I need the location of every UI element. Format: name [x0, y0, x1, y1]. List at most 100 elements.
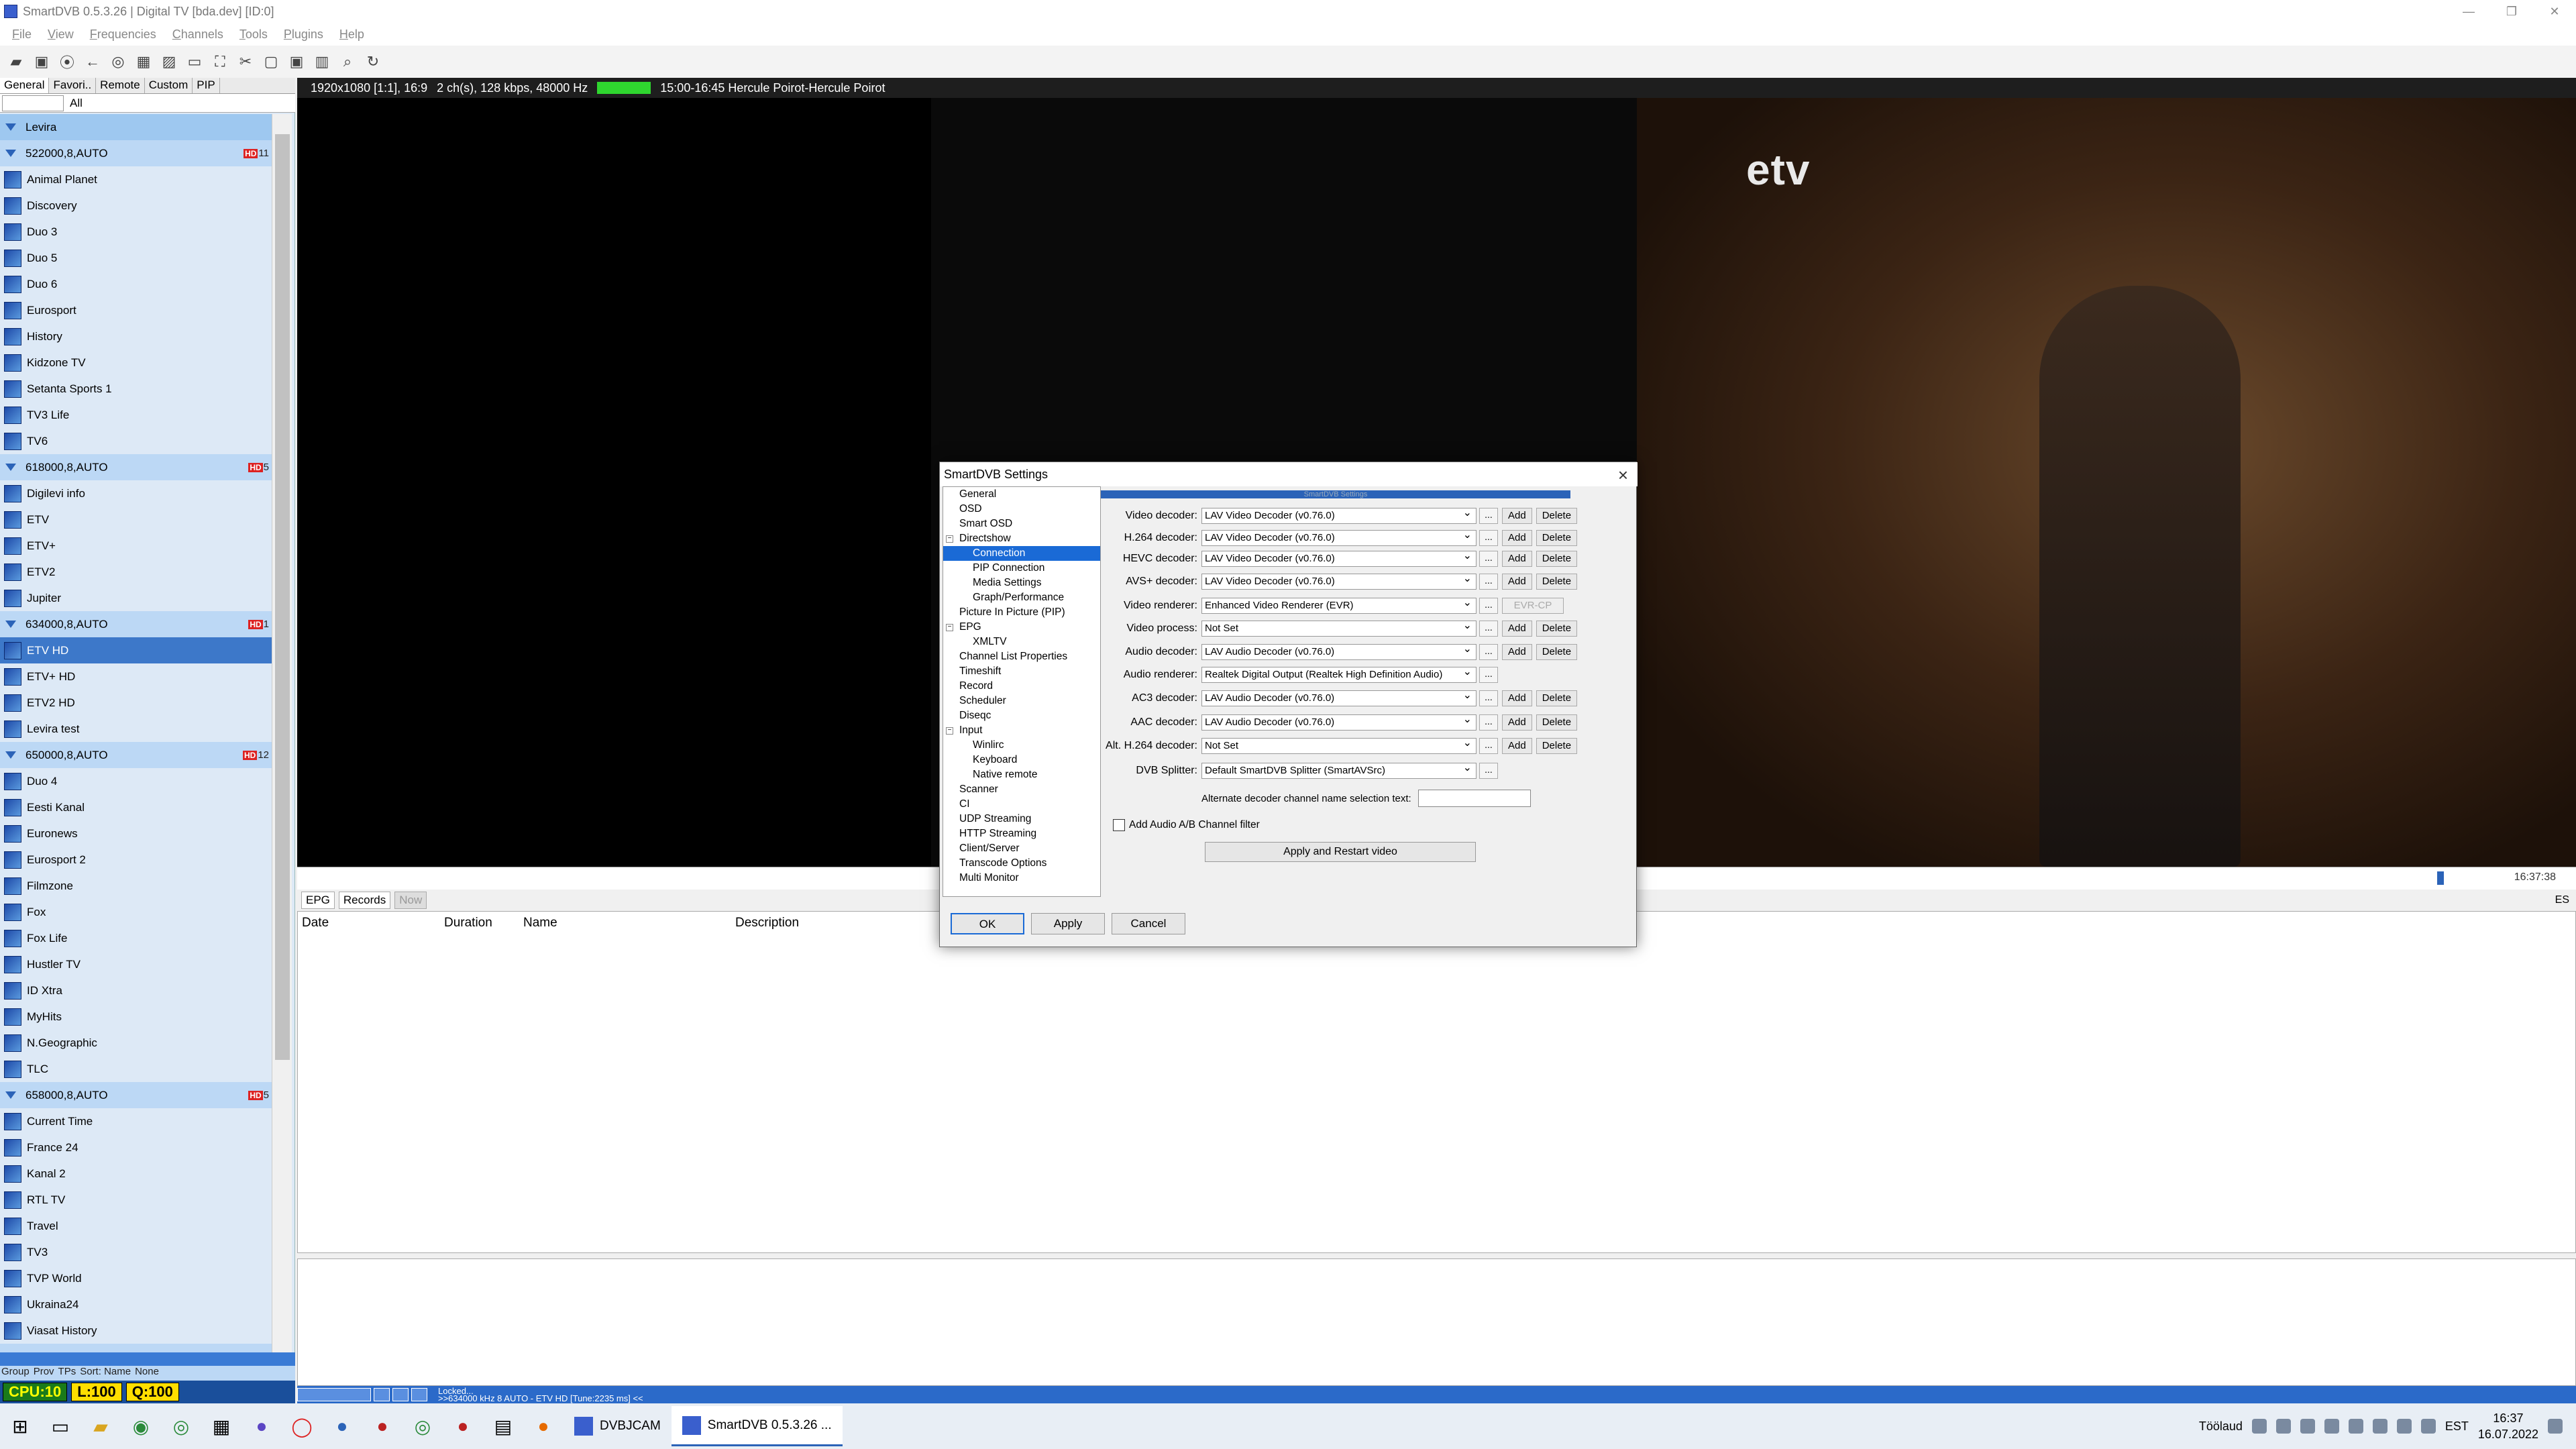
channel-list-scrollbar[interactable] [272, 114, 292, 1355]
channel-row[interactable]: Filmzone [0, 873, 272, 899]
wifi-icon[interactable] [2420, 1419, 2436, 1434]
sort-name[interactable]: Sort: Name [80, 1366, 131, 1381]
channel-row[interactable]: Animal Planet [0, 166, 272, 193]
properties-button[interactable]: ... [1479, 508, 1498, 524]
properties-button[interactable]: ... [1479, 551, 1498, 567]
sort-prov[interactable]: Prov [34, 1366, 54, 1381]
grid-icon[interactable]: ▦ [133, 51, 154, 72]
ok-button[interactable]: OK [951, 913, 1024, 934]
decoder-select[interactable]: LAV Audio Decoder (v0.76.0) [1201, 714, 1477, 731]
notification-icon[interactable] [2548, 1419, 2563, 1434]
properties-button[interactable]: ... [1479, 598, 1498, 614]
channel-row[interactable]: TVP World [0, 1265, 272, 1291]
desktop-toolbar-label[interactable]: Töölaud [2199, 1419, 2243, 1434]
play-slider[interactable] [297, 1388, 371, 1401]
add-button[interactable]: Add [1502, 551, 1532, 567]
settings-tree-item[interactable]: Channel List Properties [943, 649, 1100, 664]
filter-all-label[interactable]: All [70, 97, 83, 110]
tools-icon[interactable]: ✂ [235, 51, 256, 72]
sort-group[interactable]: Group [1, 1366, 30, 1381]
settings-tree-item[interactable]: Smart OSD [943, 517, 1100, 531]
sort-tps[interactable]: TPs [58, 1366, 76, 1381]
decoder-select[interactable]: Default SmartDVB Splitter (SmartAVSrc) [1201, 763, 1477, 779]
channel-row[interactable]: ETV2 HD [0, 690, 272, 716]
epg-header-date[interactable]: Date [302, 916, 329, 930]
channel-row[interactable]: Fox Life [0, 925, 272, 951]
channel-row[interactable]: TV3 [0, 1239, 272, 1265]
settings-tree-item[interactable]: Connection [943, 546, 1100, 561]
decoder-select[interactable]: LAV Audio Decoder (v0.76.0) [1201, 690, 1477, 706]
cancel-button[interactable]: Cancel [1112, 913, 1185, 934]
tray-icon-6[interactable] [2372, 1419, 2387, 1434]
menu-file[interactable]: File [12, 28, 32, 42]
opera-icon[interactable]: ◯ [282, 1406, 322, 1446]
app-icon-8[interactable]: ● [443, 1406, 483, 1446]
settings-tree-item[interactable]: Scanner [943, 782, 1100, 797]
add-button[interactable]: Add [1502, 508, 1532, 524]
refresh-icon[interactable]: ↻ [362, 51, 384, 72]
chrome-icon[interactable]: ◉ [121, 1406, 161, 1446]
channel-row[interactable]: Duo 3 [0, 219, 272, 245]
channel-row[interactable]: Eurosport [0, 297, 272, 323]
settings-tree-item[interactable]: Graph/Performance [943, 590, 1100, 605]
back-icon[interactable]: ← [82, 51, 103, 72]
channel-row[interactable]: N.Geographic [0, 1030, 272, 1056]
channel-row[interactable]: History [0, 323, 272, 350]
properties-button[interactable]: ... [1479, 621, 1498, 637]
zoom-icon[interactable]: ⌕ [337, 51, 358, 72]
delete-button[interactable]: Delete [1536, 508, 1578, 524]
menu-channels[interactable]: Channels [172, 28, 223, 42]
tab-remote[interactable]: Remote [96, 78, 145, 93]
settings-tree-item[interactable]: UDP Streaming [943, 812, 1100, 826]
menu-tools[interactable]: Tools [239, 28, 268, 42]
delete-button[interactable]: Delete [1536, 690, 1578, 706]
delete-button[interactable]: Delete [1536, 644, 1578, 660]
menu-view[interactable]: View [48, 28, 74, 42]
decoder-select[interactable]: LAV Video Decoder (v0.76.0) [1201, 551, 1477, 567]
transponder-row[interactable]: 522000,8,AUTO HD 11 [0, 140, 272, 166]
minimize-button[interactable]: — [2447, 0, 2490, 23]
menu-help[interactable]: Help [339, 28, 364, 42]
window-icon[interactable]: ▢ [260, 51, 282, 72]
channel-row[interactable]: TV6 [0, 428, 272, 454]
tab-pip[interactable]: PIP [193, 78, 220, 93]
menu-frequencies[interactable]: Frequencies [90, 28, 156, 42]
settings-tree-item[interactable]: − EPG [943, 620, 1100, 635]
status-button-3[interactable] [411, 1388, 427, 1401]
channel-row[interactable]: Discovery [0, 193, 272, 219]
delete-button[interactable]: Delete [1536, 714, 1578, 731]
channel-row[interactable]: Eurosport 2 [0, 847, 272, 873]
task-dvbjcam[interactable]: DVBJCAM [564, 1406, 672, 1446]
properties-button[interactable]: ... [1479, 667, 1498, 683]
settings-tree-item[interactable]: Record [943, 679, 1100, 694]
transponder-row[interactable]: 650000,8,AUTO HD 12 [0, 742, 272, 768]
channel-row[interactable]: TLC [0, 1056, 272, 1082]
epg-header-description[interactable]: Description [735, 916, 799, 930]
channel-row[interactable]: ETV [0, 506, 272, 533]
decoder-select[interactable]: LAV Video Decoder (v0.76.0) [1201, 508, 1477, 524]
settings-tree-item[interactable]: Timeshift [943, 664, 1100, 679]
evr-cp-button[interactable]: EVR-CP [1502, 598, 1564, 614]
channel-row[interactable]: Duo 4 [0, 768, 272, 794]
properties-button[interactable]: ... [1479, 738, 1498, 754]
expand-icon[interactable] [5, 464, 16, 471]
tree-collapse-icon[interactable]: − [946, 535, 953, 543]
channel-row-selected[interactable]: ETV HD [0, 637, 272, 663]
channel-row[interactable]: Viasat History [0, 1318, 272, 1344]
properties-button[interactable]: ... [1479, 574, 1498, 590]
tab-now[interactable]: Now [394, 892, 427, 909]
tray-icon-5[interactable] [2348, 1419, 2363, 1434]
apply-button[interactable]: Apply [1031, 913, 1105, 934]
app-icon-2[interactable]: ◎ [161, 1406, 201, 1446]
settings-tree-item[interactable]: General [943, 487, 1100, 502]
tray-icon-1[interactable] [2251, 1419, 2267, 1434]
channel-row[interactable]: Current Time [0, 1108, 272, 1134]
delete-button[interactable]: Delete [1536, 551, 1578, 567]
delete-button[interactable]: Delete [1536, 621, 1578, 637]
timeshift-knob[interactable] [2437, 871, 2444, 885]
maximize-button[interactable]: ❐ [2490, 0, 2533, 23]
properties-button[interactable]: ... [1479, 763, 1498, 779]
app-icon-5[interactable]: ● [322, 1406, 362, 1446]
ab-filter-checkbox[interactable] [1113, 819, 1125, 831]
channel-row[interactable]: Jupiter [0, 585, 272, 611]
